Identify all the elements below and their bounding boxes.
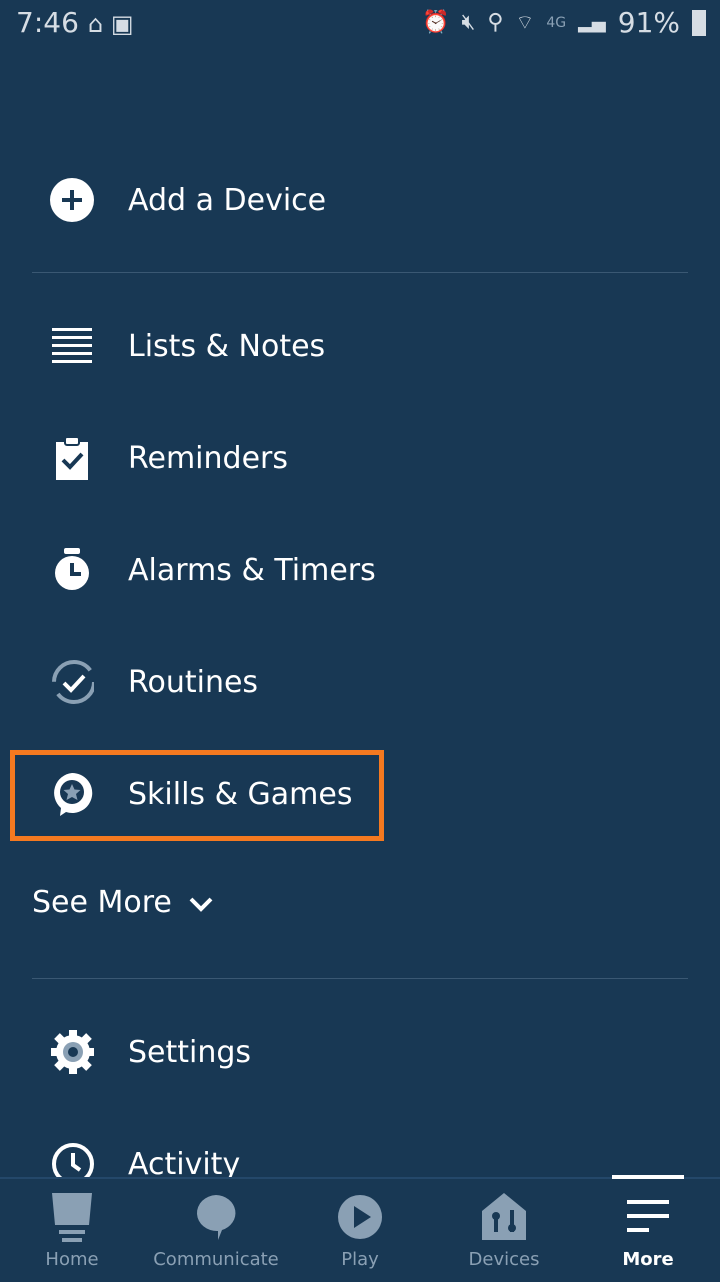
- chevron-down-icon: [188, 885, 214, 920]
- menu-label: Routines: [128, 664, 259, 700]
- tab-label: Home: [45, 1249, 99, 1270]
- tab-play[interactable]: Play: [288, 1179, 432, 1282]
- mute-icon: 🔇︎: [461, 10, 476, 35]
- see-more-button[interactable]: See More: [32, 885, 214, 920]
- clipboard-check-icon: [50, 436, 94, 480]
- add-device-label: Add a Device: [128, 182, 327, 218]
- status-time: 7:46: [16, 6, 79, 39]
- divider: [32, 978, 688, 979]
- speech-bubble-icon: [144, 1179, 288, 1249]
- routine-cycle-icon: [50, 660, 94, 704]
- wifi-icon: ⌔: [515, 10, 535, 34]
- tab-more[interactable]: More: [576, 1179, 720, 1282]
- menu-label: Settings: [128, 1034, 252, 1070]
- tab-home[interactable]: Home: [0, 1179, 144, 1282]
- status-bar: 7:46 ⌂ ▣ ⏰ 🔇︎ ⚲ ⌔ 4G ▂▄ 91%: [0, 0, 720, 50]
- skills-star-bubble-icon: [50, 772, 94, 816]
- home-echo-icon: [0, 1179, 144, 1249]
- battery-percent: 91%: [617, 6, 680, 39]
- menu-item-routines[interactable]: Routines: [0, 637, 720, 727]
- battery-icon: [692, 9, 706, 36]
- devices-house-icon: [432, 1179, 576, 1249]
- divider: [32, 272, 688, 273]
- list-icon: [50, 324, 94, 368]
- menu-item-alarms-timers[interactable]: Alarms & Timers: [0, 525, 720, 615]
- menu-label: Reminders: [128, 440, 288, 476]
- bottom-nav: Home Communicate Play Devices More: [0, 1175, 720, 1282]
- signal-icon: ▂▄: [578, 12, 606, 33]
- menu-lines-icon: [576, 1179, 720, 1249]
- location-icon: ⚲: [487, 10, 504, 35]
- menu-label: Skills & Games: [128, 776, 353, 812]
- gear-icon: [50, 1030, 94, 1074]
- tab-label: More: [622, 1249, 674, 1270]
- tab-devices[interactable]: Devices: [432, 1179, 576, 1282]
- menu-label: Lists & Notes: [128, 328, 326, 364]
- tab-label: Devices: [468, 1249, 540, 1270]
- see-more-label: See More: [32, 885, 172, 920]
- tab-label: Play: [341, 1249, 379, 1270]
- plus-circle-icon: [50, 178, 94, 222]
- play-icon: [288, 1179, 432, 1249]
- tab-label: Communicate: [153, 1249, 279, 1270]
- tab-communicate[interactable]: Communicate: [144, 1179, 288, 1282]
- notification-icons: ⌂ ▣: [88, 10, 134, 38]
- alarm-icon: ⏰: [422, 10, 450, 35]
- add-device-item[interactable]: Add a Device: [0, 155, 720, 245]
- menu-item-lists-notes[interactable]: Lists & Notes: [0, 301, 720, 391]
- menu-item-reminders[interactable]: Reminders: [0, 413, 720, 503]
- alarm-clock-icon: [50, 548, 94, 592]
- menu-item-settings[interactable]: Settings: [0, 1007, 720, 1097]
- menu-label: Alarms & Timers: [128, 552, 376, 588]
- network-type: 4G: [546, 14, 567, 31]
- menu-item-skills-games[interactable]: Skills & Games: [0, 749, 720, 839]
